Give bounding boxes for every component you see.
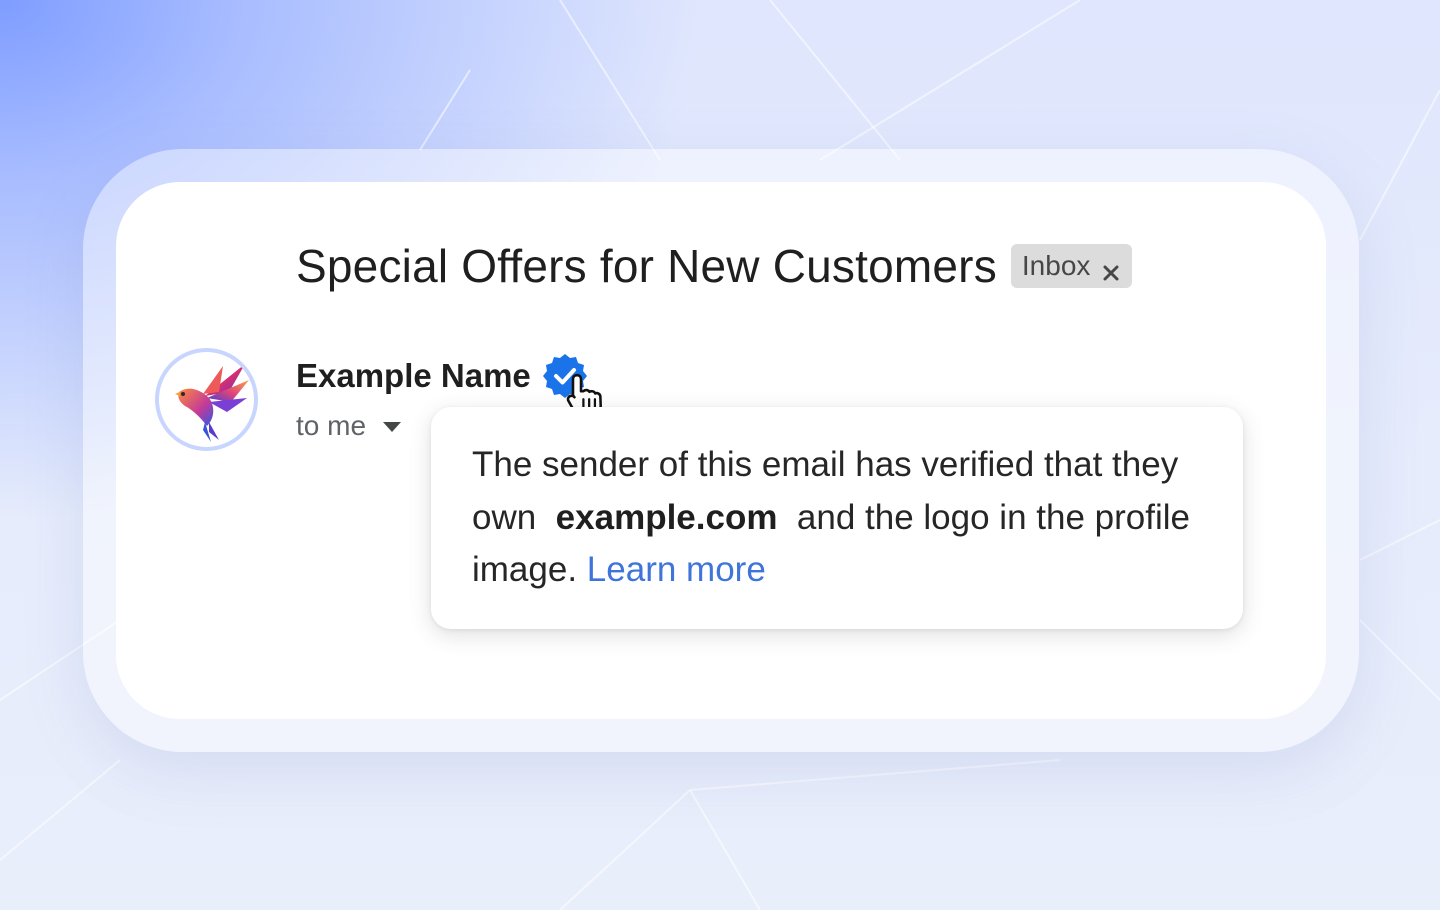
inbox-label-text: Inbox — [1021, 250, 1091, 281]
caret-down-icon[interactable] — [382, 420, 402, 432]
learn-more-link[interactable]: Learn more — [587, 550, 766, 589]
verified-badge[interactable] — [541, 352, 602, 419]
subject-row: Special Offers for New Customers Inbox — [296, 238, 1133, 294]
tooltip-domain: example.com — [555, 497, 778, 537]
sender-name[interactable]: Example Name — [296, 357, 531, 395]
sender-avatar[interactable] — [155, 348, 258, 451]
tooltip-text: The sender of this email has verified th… — [472, 439, 1213, 597]
recipient-text: to me — [296, 410, 367, 441]
verification-tooltip: The sender of this email has verified th… — [431, 407, 1243, 629]
sender-row: Example Name — [296, 350, 602, 419]
close-icon[interactable] — [1102, 257, 1120, 281]
bird-logo-icon — [175, 364, 249, 442]
recipient-toggle[interactable]: to me — [296, 408, 402, 444]
inbox-label-chip: Inbox — [1010, 244, 1133, 288]
email-subject: Special Offers for New Customers — [296, 240, 997, 292]
